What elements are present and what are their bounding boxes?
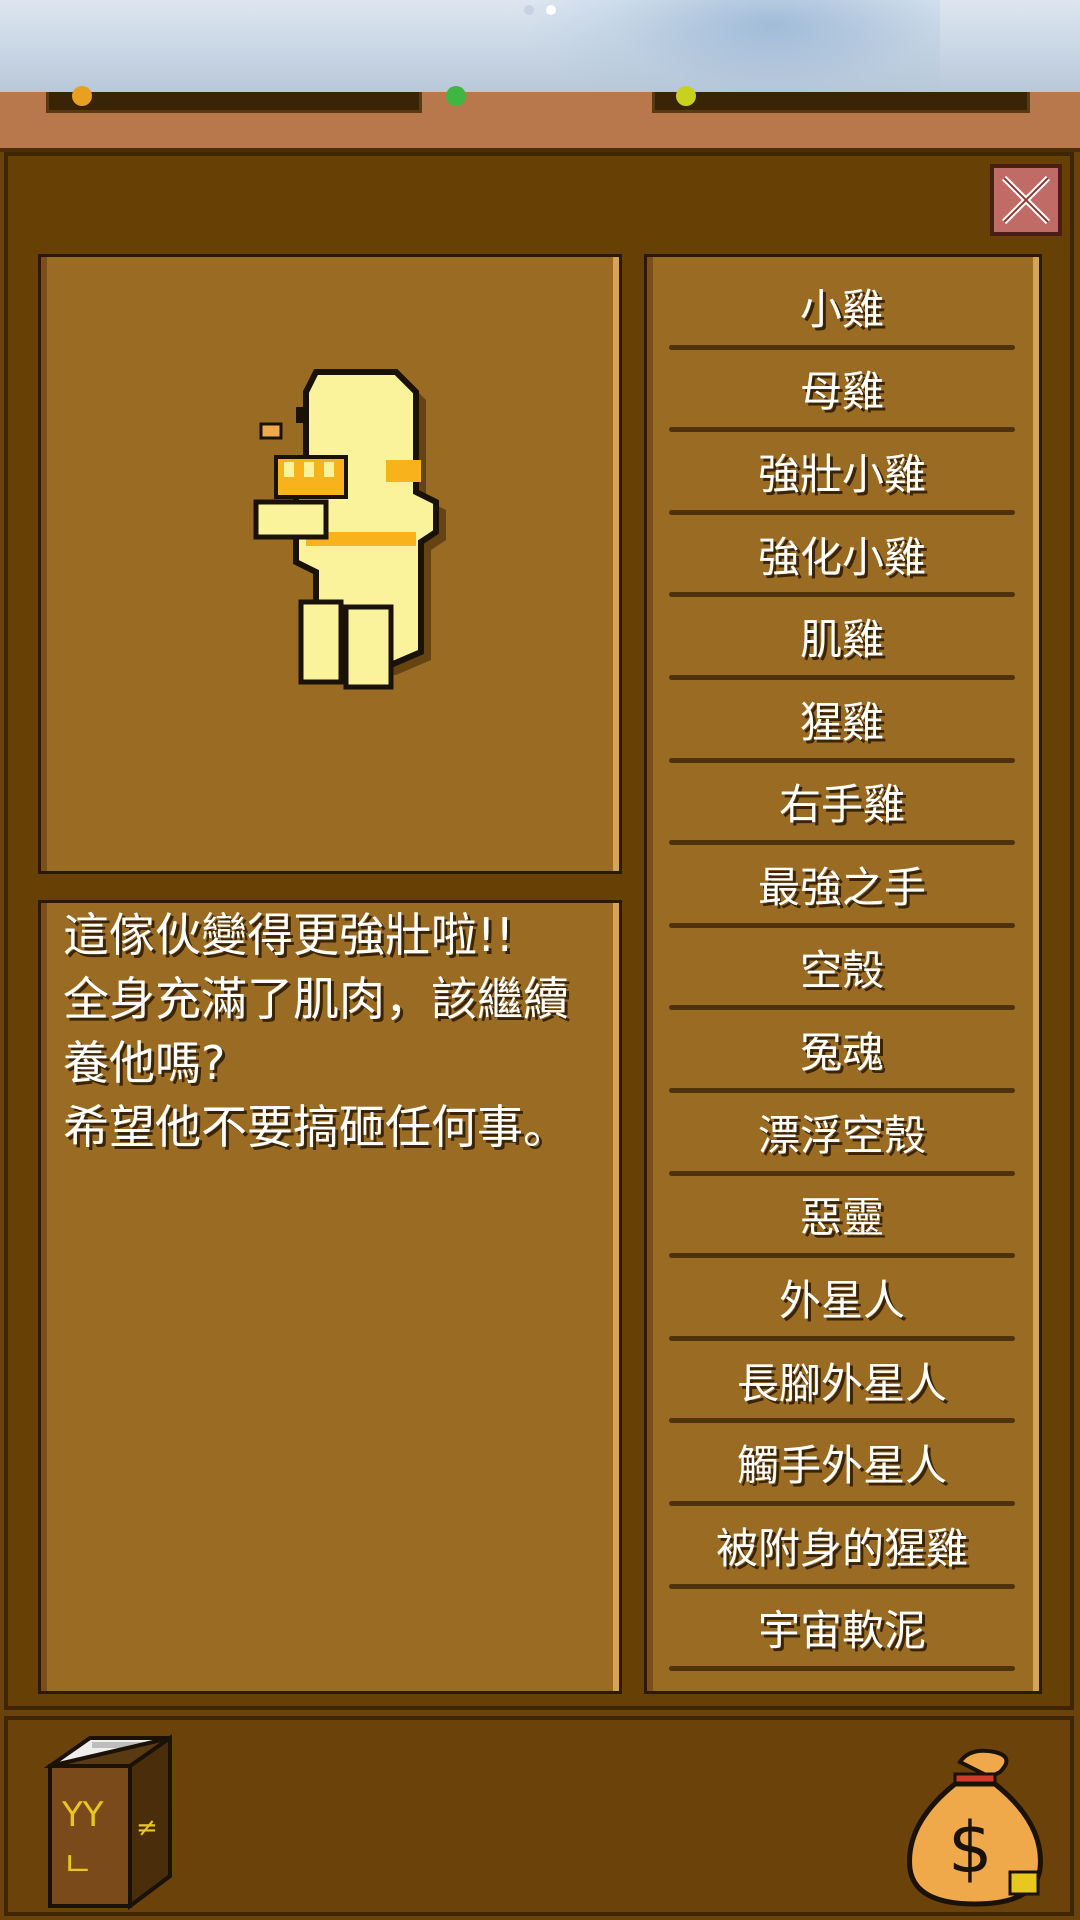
creature-list-item[interactable]: 小雞 <box>669 269 1015 352</box>
frost-decoration <box>520 0 940 92</box>
creature-list-item[interactable]: 強壯小雞 <box>669 434 1015 517</box>
creature-list-item[interactable]: 母雞 <box>669 352 1015 435</box>
gem-icon <box>446 86 466 106</box>
creature-name: 觸手外星人 <box>736 1441 947 1491</box>
creature-list-item[interactable]: 肌雞 <box>669 599 1015 682</box>
description-box: 這傢伙變得更強壯啦!! 全身充滿了肌肉，該繼續 養他嗎? 希望他不要搞砸任何事。 <box>38 900 622 1694</box>
character-preview <box>38 254 622 874</box>
close-icon <box>1001 175 1051 225</box>
currency-slot-left <box>46 92 422 113</box>
list-separator <box>669 1418 1015 1424</box>
list-separator <box>669 674 1015 680</box>
creature-name: 母雞 <box>799 367 884 417</box>
creature-list-item[interactable]: 觸手外星人 <box>669 1425 1015 1508</box>
description-line: 全身充滿了肌肉，該繼續 <box>63 972 569 1026</box>
svg-text:≠: ≠ <box>136 1813 158 1843</box>
coin-icon <box>72 86 92 106</box>
creature-name: 被附身的猩雞 <box>715 1523 968 1573</box>
svg-text:YY: YY <box>61 1795 104 1835</box>
creature-list-item[interactable]: 空殼 <box>669 930 1015 1013</box>
list-separator <box>669 1087 1015 1093</box>
creature-list-item[interactable]: 外星人 <box>669 1260 1015 1343</box>
creature-list-item[interactable]: 猩雞 <box>669 682 1015 765</box>
list-separator <box>669 1666 1015 1672</box>
list-separator <box>669 1583 1015 1589</box>
creature-list-panel[interactable]: 小雞母雞強壯小雞強化小雞肌雞猩雞右手雞最強之手空殼冤魂漂浮空殼惡靈外星人長腳外星… <box>644 254 1042 1694</box>
description-line: 希望他不要搞砸任何事。 <box>63 1100 569 1154</box>
list-separator <box>669 1335 1015 1341</box>
creature-name: 猩雞 <box>799 697 884 747</box>
money-bag-icon[interactable]: $ <box>900 1742 1050 1912</box>
creature-name: 宇宙軟泥 <box>757 1606 926 1656</box>
creature-list-item[interactable]: 漂浮空殼 <box>669 1095 1015 1178</box>
currency-slot-right <box>652 92 1030 113</box>
creature-name: 空殼 <box>799 945 884 995</box>
creature-name: 冤魂 <box>799 1028 884 1078</box>
creature-list-item[interactable]: 強化小雞 <box>669 517 1015 600</box>
wallpaper-strip <box>0 0 1080 92</box>
creature-name: 漂浮空殼 <box>757 1110 926 1160</box>
creature-name: 宇宙大魔王 <box>737 1680 947 1691</box>
list-separator <box>669 1253 1015 1259</box>
creature-list-item[interactable]: 被附身的猩雞 <box>669 1508 1015 1591</box>
creature-name: 肌雞 <box>799 615 884 665</box>
list-separator <box>669 922 1015 928</box>
creature-name: 惡靈 <box>799 1193 884 1243</box>
description-text: 這傢伙變得更強壯啦!! 全身充滿了肌肉，該繼續 養他嗎? 希望他不要搞砸任何事。 <box>63 903 623 1159</box>
book-icon[interactable]: YY ㄴ ≠ <box>30 1726 180 1916</box>
list-separator <box>669 1500 1015 1506</box>
creature-list-item[interactable]: 長腳外星人 <box>669 1343 1015 1426</box>
list-separator <box>669 1170 1015 1176</box>
list-separator <box>669 840 1015 846</box>
description-line: 養他嗎? <box>63 1036 226 1090</box>
creature-list-item[interactable]: 惡靈 <box>669 1178 1015 1261</box>
creature-list-item[interactable]: 右手雞 <box>669 765 1015 848</box>
description-line: 這傢伙變得更強壯啦!! <box>63 908 514 962</box>
list-separator <box>669 1005 1015 1011</box>
creature-name: 長腳外星人 <box>736 1358 947 1408</box>
list-separator <box>669 344 1015 350</box>
creature-name: 外星人 <box>778 1275 905 1325</box>
energy-icon <box>676 86 696 106</box>
page-indicator-dot <box>524 5 534 15</box>
creature-list-item[interactable]: 宇宙軟泥 <box>669 1591 1015 1674</box>
list-separator <box>669 509 1015 515</box>
list-separator <box>669 427 1015 433</box>
top-resource-bar <box>0 86 1080 152</box>
creature-list-item[interactable]: 最強之手 <box>669 847 1015 930</box>
creature-list-item[interactable]: 冤魂 <box>669 1012 1015 1095</box>
creature-list-item[interactable]: 宇宙大魔王 <box>669 1673 1015 1691</box>
creature-name: 強壯小雞 <box>757 449 926 499</box>
list-separator <box>669 592 1015 598</box>
creature-list: 小雞母雞強壯小雞強化小雞肌雞猩雞右手雞最強之手空殼冤魂漂浮空殼惡靈外星人長腳外星… <box>669 269 1015 1691</box>
svg-text:$: $ <box>948 1807 993 1889</box>
creature-name: 小雞 <box>799 284 884 334</box>
creature-name: 最強之手 <box>757 862 926 912</box>
page-indicator-dot-active <box>546 5 556 15</box>
creature-name: 強化小雞 <box>757 532 926 582</box>
chick-muscle-sprite <box>253 369 446 690</box>
list-separator <box>669 757 1015 763</box>
svg-text:ㄴ: ㄴ <box>62 1845 93 1885</box>
creature-name: 右手雞 <box>778 780 905 830</box>
close-button[interactable] <box>990 164 1062 236</box>
